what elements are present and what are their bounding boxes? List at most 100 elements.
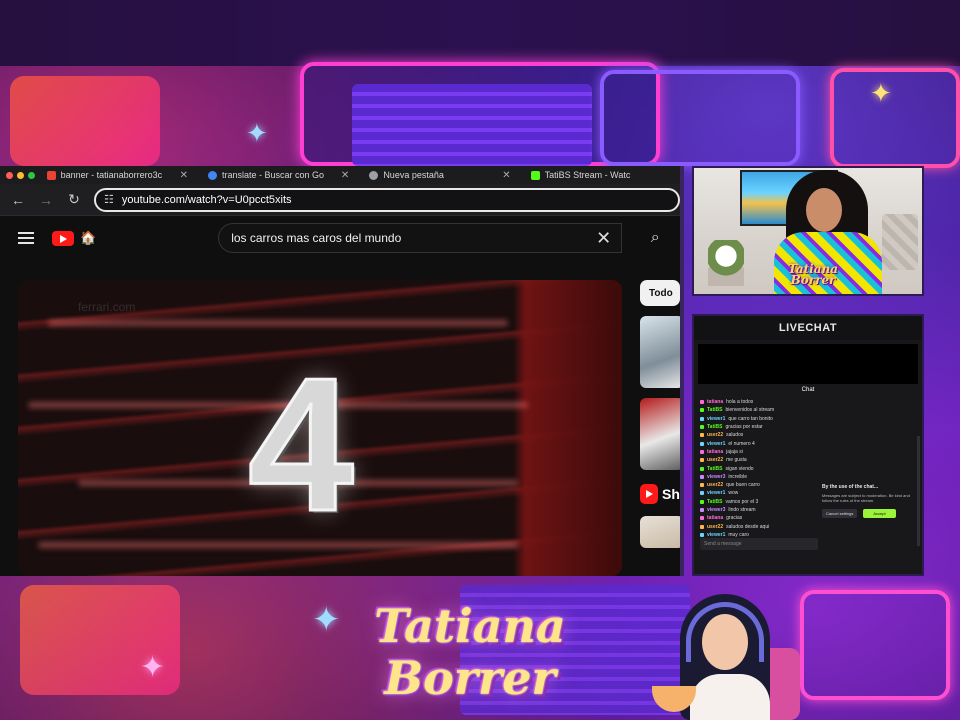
- browser-window: banner - tatianaborrero3c ✕ translate - …: [0, 166, 684, 576]
- chat-badge-icon: [700, 532, 704, 537]
- chat-message: TatiBS bienvenidos al stream: [700, 406, 818, 414]
- search-icon[interactable]: ⌕: [640, 223, 670, 253]
- chat-username[interactable]: viewer3: [707, 474, 725, 480]
- tab-label: banner - tatianaborrero3c: [60, 170, 163, 180]
- chat-badge-icon: [700, 400, 704, 405]
- kick-favicon-icon: [530, 170, 540, 180]
- chat-text: me gusta: [726, 457, 747, 464]
- browser-tab[interactable]: Nueva pestaña ✕: [361, 166, 518, 184]
- back-arrow-icon[interactable]: ←: [10, 192, 26, 208]
- youtube-header: 🏠 los carros mas caros del mundo ✕ ⌕: [0, 216, 680, 260]
- shorts-icon: [640, 484, 658, 504]
- chat-username[interactable]: tatiana: [707, 449, 723, 455]
- chat-message: viewer1 que carro tan bonito: [700, 415, 818, 423]
- chat-badge-icon: [700, 433, 704, 438]
- gmail-favicon-icon: [46, 170, 56, 180]
- chat-text: muy caro: [728, 531, 749, 538]
- chrome-favicon-icon: [369, 170, 379, 180]
- address-bar[interactable]: ☷ youtube.com/watch?v=U0pcct5xits: [94, 187, 680, 212]
- forward-arrow-icon[interactable]: →: [38, 192, 54, 208]
- maximize-window-icon[interactable]: [27, 171, 35, 179]
- livechat-header-area: [698, 344, 918, 384]
- sparkle-icon: ✦: [140, 651, 166, 684]
- browser-tab[interactable]: banner - tatianaborrero3c ✕: [39, 166, 196, 184]
- popup-cancel-button[interactable]: Cancel settings: [822, 509, 858, 519]
- tab-label: translate - Buscar con Go: [221, 170, 325, 180]
- chat-badge-icon: [700, 425, 704, 430]
- streamer-name-banner: Tatiana Borrer: [350, 600, 590, 704]
- chat-username[interactable]: user22: [707, 482, 723, 488]
- chat-message-input[interactable]: Send a message: [700, 538, 818, 550]
- chat-text: hola a todos: [726, 399, 754, 406]
- chat-message: user22 saludos: [700, 431, 818, 439]
- filter-chip-all[interactable]: Todo: [640, 280, 680, 306]
- chat-message: TatiBS sigan viendo: [700, 464, 818, 472]
- shorts-section-header: Sh: [640, 484, 680, 504]
- close-window-icon[interactable]: [6, 171, 13, 179]
- chat-message: tatiana gracias: [700, 514, 818, 522]
- chat-text: jajaja si: [726, 448, 743, 455]
- site-settings-icon[interactable]: ☷: [104, 193, 114, 206]
- tab-close-icon[interactable]: ✕: [341, 170, 349, 181]
- chat-username[interactable]: user22: [707, 524, 723, 530]
- chat-username[interactable]: tatiana: [707, 399, 723, 405]
- chat-text: lindo stream: [728, 507, 756, 513]
- chat-username[interactable]: TatiBS: [707, 466, 722, 472]
- doodle-icon[interactable]: 🏠: [80, 230, 96, 246]
- chat-username[interactable]: viewer3: [707, 507, 725, 513]
- browser-tab[interactable]: TatiBS Stream - Watc: [523, 166, 680, 184]
- tab-label: TatiBS Stream - Watc: [544, 170, 631, 180]
- sparkle-icon: ✦: [246, 118, 268, 148]
- chat-message: user22 me gusta: [700, 456, 818, 464]
- chat-username[interactable]: viewer1: [707, 532, 725, 538]
- tab-label: Nueva pestaña: [383, 170, 444, 180]
- sparkle-icon: ✦: [312, 601, 341, 639]
- recommended-video-thumbnail[interactable]: [640, 398, 680, 470]
- chat-message: viewer1 el numero 4: [700, 439, 818, 447]
- webcam-logo-line2: Borrer: [790, 273, 836, 288]
- chat-badge-icon: [700, 408, 704, 413]
- recommended-video-thumbnail[interactable]: [640, 316, 680, 388]
- chat-badge-icon: [700, 499, 704, 504]
- youtube-search-input[interactable]: los carros mas caros del mundo ✕: [218, 223, 623, 253]
- video-player[interactable]: ferrari.com 4: [18, 280, 622, 576]
- youtube-logo-icon[interactable]: [52, 230, 74, 246]
- shorts-thumbnail[interactable]: [640, 516, 680, 548]
- chat-username[interactable]: viewer1: [707, 441, 725, 447]
- chat-username[interactable]: user22: [707, 432, 723, 438]
- clear-search-icon[interactable]: ✕: [596, 228, 611, 249]
- chat-message: TatiBS vamos por el 3: [700, 498, 818, 506]
- chat-message: user22 saludos desde aqui: [700, 522, 818, 530]
- banner-line1: Tatiana: [374, 599, 566, 653]
- neon-frame-shape: [830, 68, 960, 168]
- browser-tab[interactable]: translate - Buscar con Go ✕: [200, 166, 357, 184]
- chat-message: viewer3 lindo stream: [700, 506, 818, 514]
- minimize-window-icon[interactable]: [16, 171, 24, 179]
- chat-username[interactable]: TatiBS: [707, 499, 722, 505]
- chat-badge-icon: [700, 483, 704, 488]
- chat-badge-icon: [700, 458, 704, 463]
- tab-close-icon[interactable]: ✕: [502, 170, 510, 181]
- neon-lightning-shape: [10, 76, 160, 166]
- chat-text: increible: [728, 473, 747, 480]
- menu-icon[interactable]: [18, 232, 34, 244]
- recommendations-rail: Todo Sh: [640, 280, 680, 576]
- popup-body: Messages are subject to moderation. Be k…: [822, 493, 910, 504]
- chat-username[interactable]: viewer1: [707, 416, 725, 422]
- webcam-logo: Tatiana Borrer: [778, 263, 848, 288]
- chat-message-list: tatiana hola a todos TatiBS bienvenidos al …: [700, 398, 818, 539]
- popup-accept-button[interactable]: Accept: [863, 509, 896, 519]
- streamer-face: [806, 188, 842, 232]
- chat-username[interactable]: TatiBS: [707, 424, 722, 430]
- chat-username[interactable]: TatiBS: [707, 407, 722, 413]
- tab-close-icon[interactable]: ✕: [180, 170, 188, 181]
- motion-streak: [48, 320, 508, 326]
- chat-username[interactable]: viewer1: [707, 490, 725, 496]
- chat-message: tatiana jajaja si: [700, 448, 818, 456]
- chat-badge-icon: [700, 474, 704, 479]
- neon-frame-shape: [600, 70, 800, 166]
- chat-username[interactable]: user22: [707, 457, 723, 463]
- chat-username[interactable]: tatiana: [707, 515, 723, 521]
- reload-icon[interactable]: ↻: [66, 191, 82, 208]
- headboard: [882, 214, 918, 270]
